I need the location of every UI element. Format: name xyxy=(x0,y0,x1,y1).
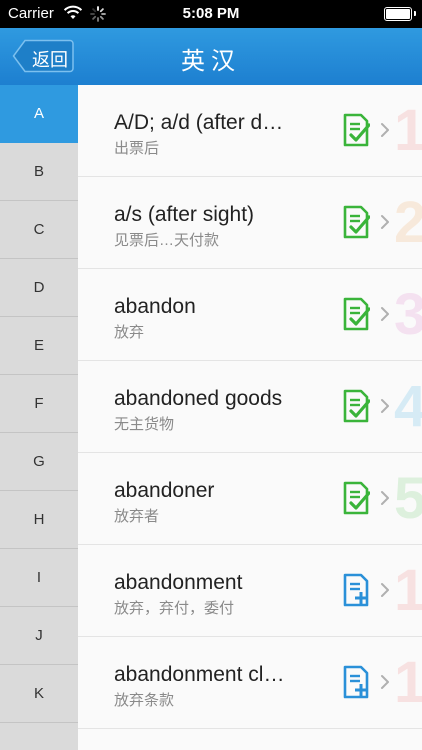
list-item[interactable]: A/D; a/d (after d… 出票后 1 xyxy=(78,85,422,177)
term-text: A/D; a/d (after d… xyxy=(114,111,284,134)
row-divider xyxy=(78,728,422,729)
rank-number: 1 xyxy=(394,98,422,163)
sidebar-item-a[interactable]: A xyxy=(0,85,78,143)
translation-text: 放弃者 xyxy=(114,508,160,525)
battery-icon xyxy=(384,7,416,21)
status-bar: Carrier 5:08 PM xyxy=(0,0,422,28)
chevron-right-icon xyxy=(380,582,390,603)
rank-number: 3 xyxy=(394,282,422,347)
note-add-icon[interactable] xyxy=(342,573,370,612)
sidebar-item-g[interactable]: G xyxy=(0,433,78,491)
term-text: abandonment xyxy=(114,571,243,594)
rank-number: 1 xyxy=(394,650,422,715)
term-text: abandoned goods xyxy=(114,387,283,410)
term-text: a/s (after sight) xyxy=(114,203,255,226)
sidebar-item-i[interactable]: I xyxy=(0,549,78,607)
chevron-right-icon xyxy=(380,490,390,511)
translation-text: 无主货物 xyxy=(114,416,175,433)
translation-text: 放弃，弃付，委付 xyxy=(114,600,235,617)
sidebar-item-b[interactable]: B xyxy=(0,143,78,201)
sidebar-item-f[interactable]: F xyxy=(0,375,78,433)
sidebar-item-h[interactable]: H xyxy=(0,491,78,549)
page-title: 英汉 xyxy=(181,48,241,75)
chevron-right-icon xyxy=(380,306,390,327)
note-checked-icon[interactable] xyxy=(342,481,371,520)
alphabet-index-sidebar: ABCDEFGHIJK xyxy=(0,85,78,750)
term-text: abandoner xyxy=(114,479,215,502)
clock: 5:08 PM xyxy=(182,5,240,22)
navigation-bar: 返回 英汉 xyxy=(0,28,422,85)
rank-number: 4 xyxy=(394,374,422,439)
rank-number: 2 xyxy=(394,190,422,255)
translation-text: 见票后…天付款 xyxy=(114,232,220,249)
translation-text: 放弃条款 xyxy=(114,692,175,709)
sidebar-item-c[interactable]: C xyxy=(0,201,78,259)
list-item[interactable]: abandonment cl… 放弃条款 1 xyxy=(78,637,422,729)
sidebar-item-j[interactable]: J xyxy=(0,607,78,665)
translation-text: 出票后 xyxy=(114,140,160,157)
rank-number: 5 xyxy=(394,466,422,531)
list-item[interactable]: abandon 放弃 3 xyxy=(78,269,422,361)
note-add-icon[interactable] xyxy=(342,665,370,704)
word-list: A/D; a/d (after d… 出票后 1 a/s (after sight)… xyxy=(78,85,422,750)
note-checked-icon[interactable] xyxy=(342,113,371,152)
note-checked-icon[interactable] xyxy=(342,205,371,244)
list-item[interactable]: a/s (after sight) 见票后…天付款 2 xyxy=(78,177,422,269)
term-text: abandonment cl… xyxy=(114,663,285,686)
list-item[interactable]: abandonment 放弃，弃付，委付 1 xyxy=(78,545,422,637)
list-item[interactable]: abandoned goods 无主货物 4 xyxy=(78,361,422,453)
sidebar-item-k[interactable]: K xyxy=(0,665,78,723)
list-item[interactable]: abandoner 放弃者 5 xyxy=(78,453,422,545)
sidebar-item-e[interactable]: E xyxy=(0,317,78,375)
translation-text: 放弃 xyxy=(114,324,145,341)
chevron-right-icon xyxy=(380,122,390,143)
sidebar-item-d[interactable]: D xyxy=(0,259,78,317)
chevron-right-icon xyxy=(380,674,390,695)
note-checked-icon[interactable] xyxy=(342,389,371,428)
rank-number: 1 xyxy=(394,558,422,623)
chevron-right-icon xyxy=(380,214,390,235)
term-text: abandon xyxy=(114,295,196,318)
chevron-right-icon xyxy=(380,398,390,419)
note-checked-icon[interactable] xyxy=(342,297,371,336)
